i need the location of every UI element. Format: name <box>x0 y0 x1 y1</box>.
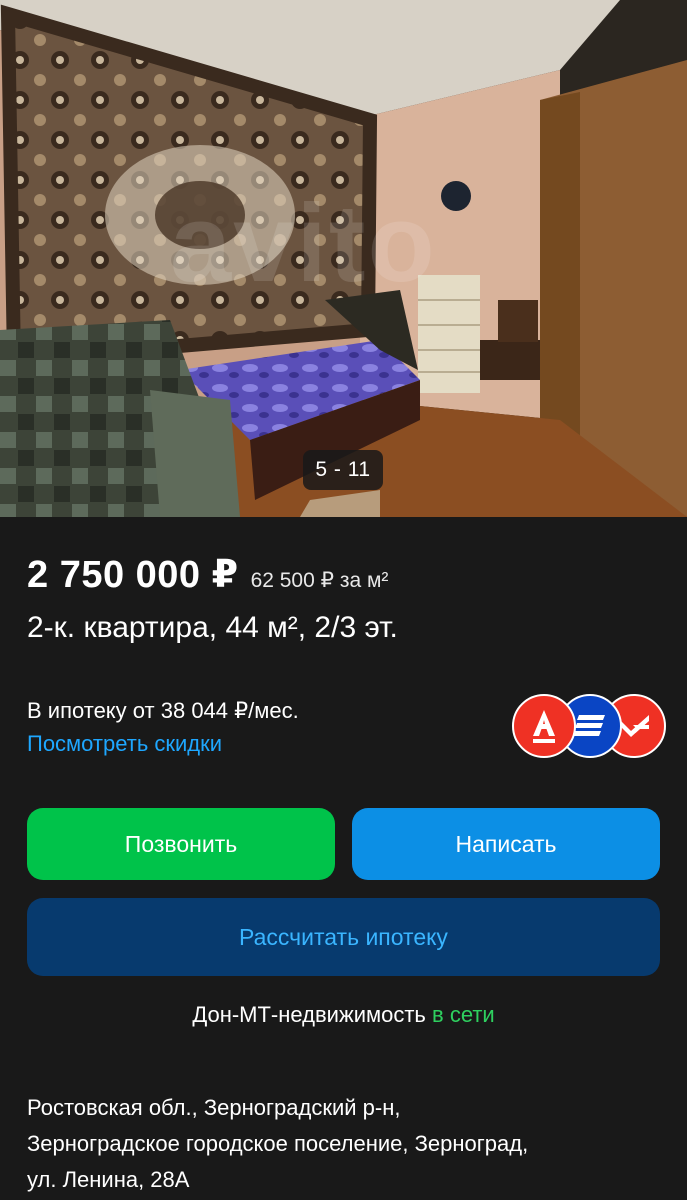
address-line: Ростовская обл., Зерноградский р-н, <box>27 1095 401 1120</box>
calculate-mortgage-button[interactable]: Рассчитать ипотеку <box>27 898 660 976</box>
online-status: в сети <box>432 1002 495 1027</box>
write-message-button[interactable]: Написать <box>352 808 660 880</box>
address-line: ул. Ленина, 28А <box>27 1167 190 1192</box>
alfa-bank-icon <box>512 694 576 758</box>
seller-name: Дон-МТ-недвижимость <box>192 1002 426 1027</box>
seller-info[interactable]: Дон-МТ-недвижимость в сети <box>0 1002 687 1028</box>
photo-watermark: avito <box>170 182 437 305</box>
call-button[interactable]: Позвонить <box>27 808 335 880</box>
view-discounts-link[interactable]: Посмотреть скидки <box>27 731 222 757</box>
address-line: Зерноградское городское поселение, Зерно… <box>27 1131 529 1156</box>
price-per-m2: 62 500 ₽ за м² <box>250 569 389 592</box>
mortgage-offer-text: В ипотеку от 38 044 ₽/мес. <box>27 698 299 723</box>
price: 2 750 000 ₽ <box>27 554 239 596</box>
address: Ростовская обл., Зерноградский р-н, Зерн… <box>27 1090 657 1198</box>
listing-photo[interactable]: avito 5 - 11 <box>0 0 687 517</box>
bank-logos[interactable] <box>512 694 666 758</box>
photo-counter: 5 - 11 <box>303 450 383 490</box>
listing-title: 2-к. квартира, 44 м², 2/3 эт. <box>27 611 398 644</box>
price-row: 2 750 000 ₽ 62 500 ₽ за м² <box>27 552 388 597</box>
